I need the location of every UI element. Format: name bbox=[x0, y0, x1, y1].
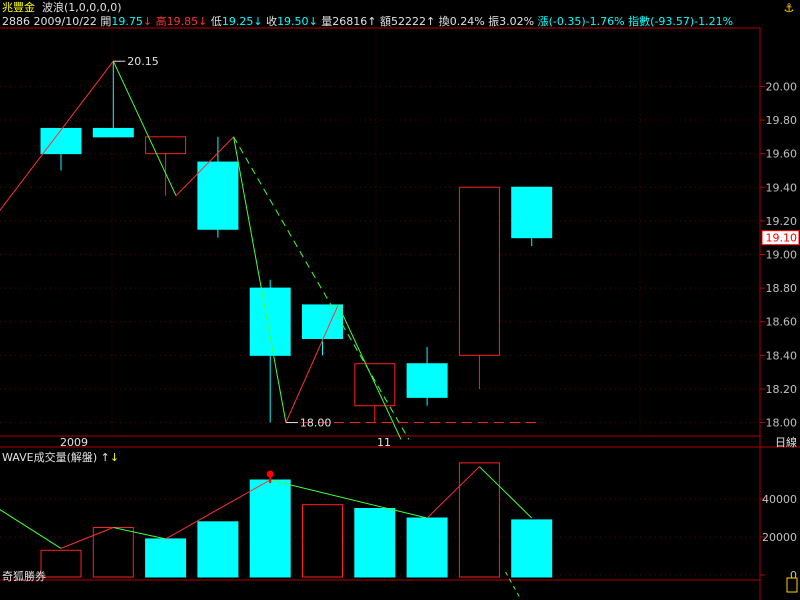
price-tick-label: 19.20 bbox=[766, 215, 798, 228]
period-label: 日線 bbox=[775, 435, 797, 449]
annotation-label: 18.00 bbox=[300, 417, 332, 430]
price-tick-label: 18.00 bbox=[766, 417, 798, 430]
close-label: 收 bbox=[266, 15, 278, 28]
header-row-2: 2886 2009/10/22 開19.75↓ 高19.85↓ 低19.25↓ … bbox=[2, 15, 733, 28]
stock-code: 2886 bbox=[2, 15, 30, 28]
price-tick-label: 18.80 bbox=[766, 282, 798, 295]
price-tick-label: 18.40 bbox=[766, 349, 798, 362]
price-tick-label: 19.80 bbox=[766, 114, 798, 127]
price-tick-label: 20.00 bbox=[766, 80, 798, 93]
candle-body bbox=[145, 136, 187, 155]
header-row-1: 兆豐金 波浪(1,0,0,0,0) bbox=[2, 1, 122, 14]
close-value: 19.50 bbox=[277, 15, 309, 28]
turnover-value: 0.24% bbox=[449, 15, 485, 28]
volume-label: 量 bbox=[321, 15, 333, 28]
volume-tick-label: 20000 bbox=[762, 531, 797, 544]
open-value: 19.75 bbox=[111, 15, 143, 28]
volume-bar bbox=[40, 549, 82, 578]
low-label: 低 bbox=[210, 15, 222, 28]
volume-bar bbox=[354, 508, 396, 578]
current-price-label: 19.10 bbox=[766, 232, 798, 245]
index-label: 指數 bbox=[628, 15, 651, 28]
volume-wave-segment bbox=[270, 479, 428, 519]
volume-bar bbox=[92, 527, 134, 578]
open-label: 開 bbox=[100, 15, 112, 28]
volume-marker-dot bbox=[266, 470, 274, 478]
broker-label: 奇狐勝券 bbox=[2, 570, 46, 583]
volume-bar bbox=[145, 538, 187, 578]
lower-panel-title: WAVE成交量(解盤) bbox=[2, 451, 98, 464]
wave-segment bbox=[233, 136, 287, 423]
volume-bar bbox=[511, 519, 553, 578]
volume-bar bbox=[249, 479, 291, 578]
amount-arrow: ↑ bbox=[426, 15, 436, 28]
candle-body bbox=[354, 363, 396, 407]
anchor-icon[interactable]: ⚓ bbox=[782, 1, 796, 15]
amplitude-label: 振 bbox=[488, 15, 500, 28]
price-tick-label: 18.60 bbox=[766, 316, 798, 329]
amount-value: 52222 bbox=[391, 15, 426, 28]
x-axis-label: 2009 bbox=[60, 436, 88, 449]
volume-bar bbox=[197, 521, 239, 578]
lower-panel-down-arrow: ↓ bbox=[109, 451, 120, 464]
stock-name: 兆豐金 bbox=[2, 1, 35, 14]
high-arrow: ↓ bbox=[198, 15, 208, 28]
stock-chart[interactable]: 20.00 19.80 19.60 19.40 19.20 19.00 18.80 18.60… bbox=[0, 0, 800, 600]
candle-body bbox=[197, 161, 239, 230]
candle-body bbox=[458, 186, 500, 356]
annotation-label: 20.15 bbox=[127, 55, 159, 68]
price-tick-label: 19.60 bbox=[766, 148, 798, 161]
broker-label-row: 奇狐勝券 bbox=[2, 570, 46, 583]
amplitude-value: 3.02% bbox=[499, 15, 535, 28]
low-arrow: ↓ bbox=[253, 15, 263, 28]
change-label: 漲 bbox=[537, 15, 549, 28]
candle-body bbox=[40, 127, 82, 155]
candle-body bbox=[511, 186, 553, 239]
scroll-icon bbox=[786, 577, 798, 593]
lower-panel-up-arrow: ↑ bbox=[100, 451, 110, 464]
open-arrow: ↓ bbox=[142, 15, 153, 28]
volume-value: 26816 bbox=[332, 15, 368, 28]
index-value: (-93.57)-1.21% bbox=[650, 15, 734, 28]
indicator-name: 波浪(1,0,0,0,0) bbox=[42, 1, 122, 14]
amount-label: 額 bbox=[380, 15, 391, 28]
volume-tick-label: 40000 bbox=[762, 493, 797, 506]
candle-body bbox=[302, 304, 343, 340]
high-label: 高 bbox=[155, 15, 167, 28]
price-tick-label: 18.20 bbox=[766, 383, 798, 396]
turnover-label: 換 bbox=[438, 15, 450, 28]
candle-body bbox=[406, 363, 448, 398]
high-value: 19.85 bbox=[166, 15, 199, 28]
volume-bar bbox=[406, 517, 448, 578]
volume-bar bbox=[302, 504, 343, 578]
price-tick-label: 19.00 bbox=[766, 248, 798, 261]
candle-body bbox=[249, 287, 291, 356]
close-arrow: ↓ bbox=[308, 15, 318, 28]
candle-body bbox=[92, 127, 134, 138]
volume-wave-segment bbox=[0, 509, 62, 549]
volume-arrow: ↑ bbox=[367, 15, 377, 28]
change-value: (-0.35)-1.76% bbox=[548, 15, 625, 28]
x-axis-label: 11 bbox=[377, 436, 391, 449]
lower-panel-title-row: WAVE成交量(解盤) ↑↓ bbox=[2, 451, 119, 464]
price-tick-label: 19.40 bbox=[766, 181, 798, 194]
quote-date: 2009/10/22 bbox=[33, 15, 97, 28]
low-value: 19.25 bbox=[221, 15, 254, 28]
